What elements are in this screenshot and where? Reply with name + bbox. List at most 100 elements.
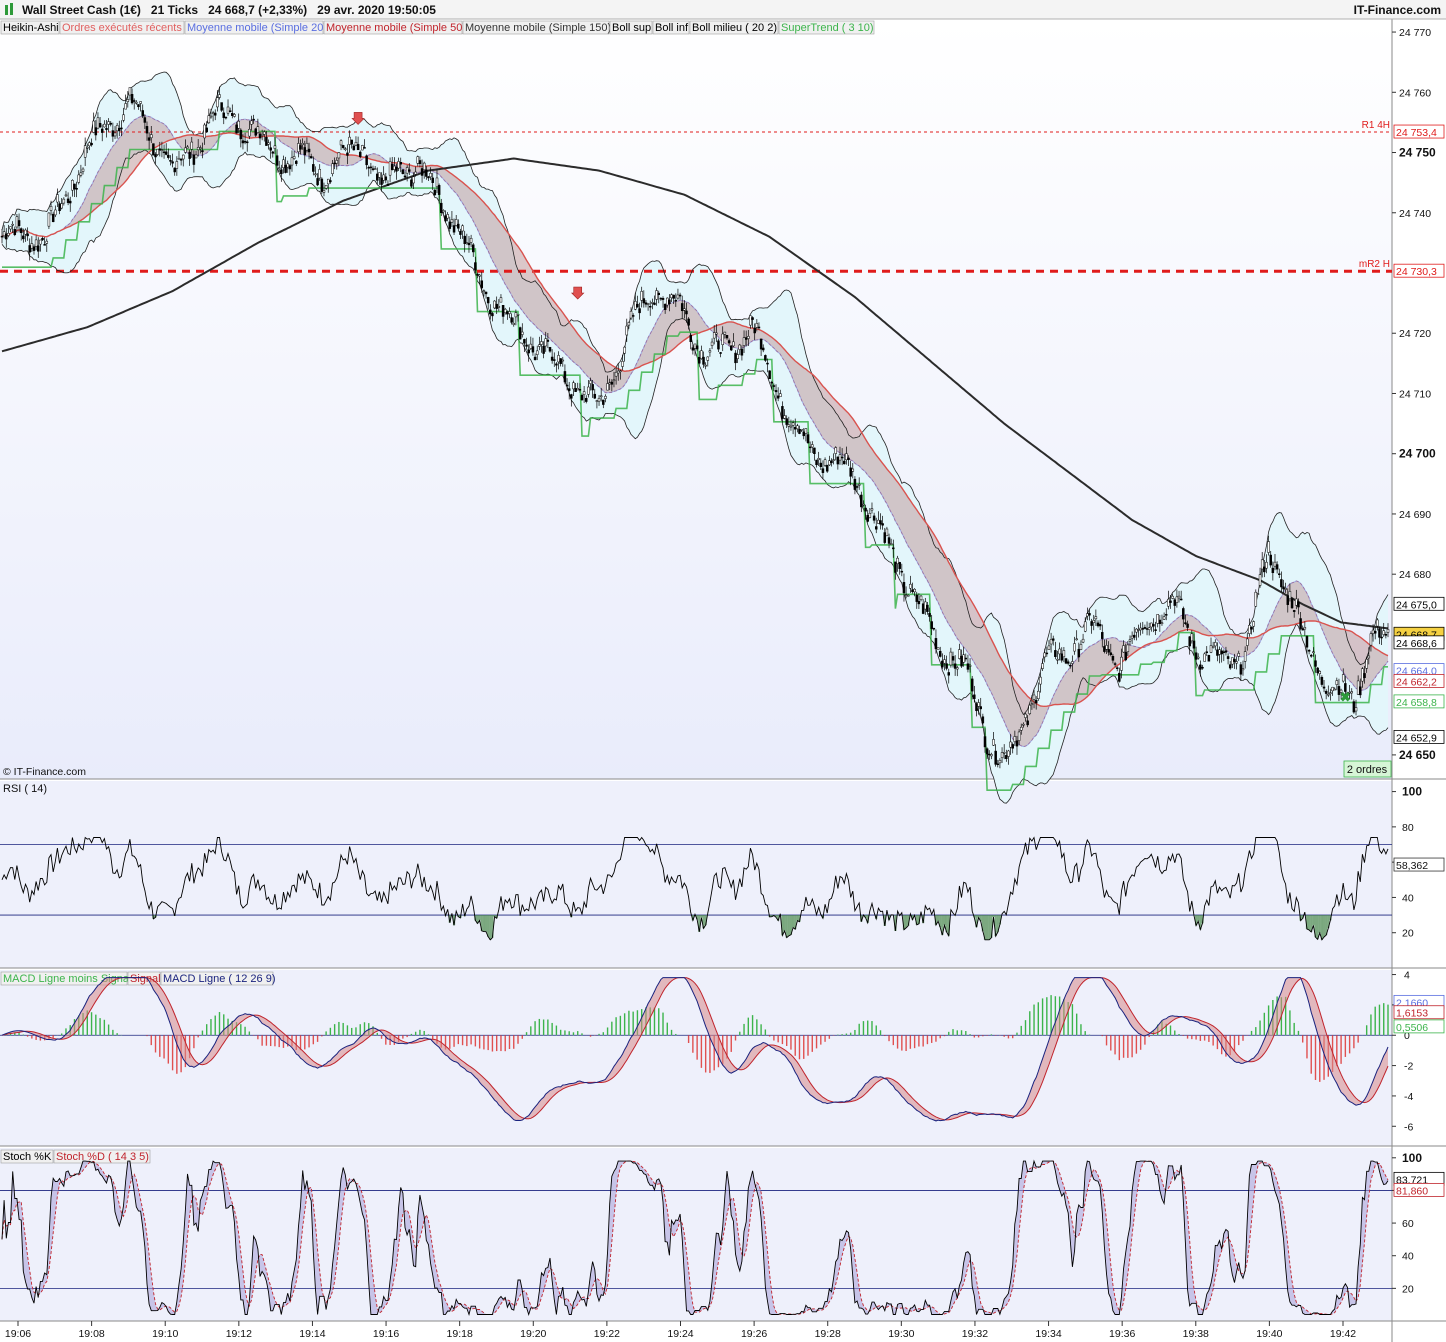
candle-body — [1192, 640, 1196, 649]
legend-item[interactable]: Moyenne mobile (Simple 20) — [184, 20, 327, 35]
rsi-tick-label: 40 — [1402, 892, 1414, 904]
candle-body — [921, 603, 925, 614]
candle-body — [721, 333, 724, 345]
candle-body — [514, 312, 518, 318]
candle-body — [582, 391, 586, 395]
candle-body — [209, 115, 213, 118]
candle-body — [772, 385, 776, 387]
orders-badge[interactable]: 2 ordres — [1343, 760, 1392, 778]
candle-body — [1096, 622, 1100, 627]
candle-body — [823, 459, 827, 466]
candle-body — [333, 162, 336, 165]
candle-body — [542, 345, 545, 354]
candle-body — [329, 180, 332, 183]
candle-body — [634, 301, 637, 310]
candle-body — [361, 145, 364, 151]
candle-body — [567, 388, 571, 391]
candle-body — [1045, 652, 1049, 655]
candle-body — [1135, 628, 1138, 633]
candle-body — [354, 142, 358, 146]
candle-body — [1267, 541, 1270, 553]
candle-body — [318, 169, 321, 179]
candle-body — [996, 763, 1000, 765]
stoch-legend-label: Stoch %K — [3, 1151, 52, 1163]
candle-body — [273, 145, 277, 149]
candle-body — [979, 706, 982, 710]
candle-body — [147, 137, 151, 141]
candle-body — [1333, 688, 1336, 691]
legend-item[interactable]: Moyenne mobile (Simple 150) — [462, 20, 611, 35]
candle-body — [414, 171, 417, 175]
candle-body — [1026, 720, 1029, 726]
timestamp: 29 avr. 2020 19:50:05 — [317, 3, 436, 17]
candle-body — [235, 124, 238, 134]
legend-item[interactable]: Moyenne mobile (Simple 50) — [323, 20, 466, 35]
candle-body — [1007, 750, 1010, 757]
candle-body — [723, 331, 727, 335]
candle-body — [742, 337, 746, 346]
candle-body — [167, 154, 170, 158]
candle-body — [977, 702, 980, 707]
candle-body — [105, 128, 108, 130]
candle-body — [1120, 656, 1123, 671]
candle-body — [220, 102, 223, 111]
time-tick-label: 19:20 — [520, 1328, 546, 1340]
legend-item[interactable]: SuperTrend ( 3 10) — [778, 20, 875, 35]
candle-body — [998, 759, 1002, 764]
candle-body — [1260, 559, 1264, 570]
candle-body — [75, 188, 78, 190]
candle-body — [301, 143, 304, 145]
candle-body — [66, 198, 70, 203]
rsi-tick-label: 20 — [1402, 928, 1414, 940]
candle-body — [896, 557, 899, 564]
candle-body — [0, 235, 4, 238]
candle-body — [175, 161, 179, 169]
candle-body — [548, 346, 552, 352]
candle-body — [194, 154, 198, 159]
candle-body — [1066, 661, 1070, 664]
watermark: © IT-Finance.com — [3, 766, 86, 778]
candle-body — [1382, 630, 1385, 635]
legend-item[interactable]: Boll sup — [609, 20, 653, 35]
candle-body — [655, 290, 658, 300]
candle-body — [847, 457, 850, 460]
candle-body — [320, 178, 324, 192]
candle-body — [992, 739, 995, 746]
legend-item[interactable]: Boll inf — [652, 20, 690, 35]
candle-body — [452, 225, 456, 233]
candle-body — [941, 660, 944, 668]
candle-body — [964, 657, 968, 660]
legend-label: Moyenne mobile (Simple 50) — [326, 22, 466, 34]
candle-body — [243, 141, 247, 143]
candle-body — [1086, 613, 1089, 617]
candle-body — [1352, 701, 1356, 713]
candle-body — [1335, 680, 1339, 685]
candle-body — [729, 345, 733, 351]
candle-body — [574, 388, 577, 392]
candle-body — [687, 318, 690, 326]
candle-body — [988, 753, 991, 756]
price-tick-label: 24 750 — [1399, 146, 1436, 160]
candle-body — [862, 503, 865, 506]
candle-body — [98, 123, 102, 128]
legend-item[interactable]: Heikin-Ashi — [0, 20, 60, 35]
legend-item[interactable]: Boll milieu ( 20 2) — [689, 20, 779, 35]
candle-body — [636, 303, 639, 308]
candle-body — [668, 299, 671, 305]
legend-item[interactable]: Ordres exécutés récents — [59, 20, 185, 35]
candle-body — [708, 350, 712, 353]
candle-body — [698, 356, 701, 364]
chart-canvas[interactable]: Wall Street Cash (1€) 21 Ticks 24 668,7 (+… — [0, 0, 1446, 1342]
candle-body — [738, 344, 742, 350]
candle-body — [1011, 744, 1014, 749]
candle-body — [54, 209, 57, 216]
candle-body — [631, 315, 635, 317]
candle-body — [1248, 624, 1251, 634]
candle-body — [981, 716, 985, 724]
candle-body — [1205, 651, 1209, 653]
candle-body — [96, 117, 100, 129]
candle-body — [734, 352, 737, 364]
candle-body — [1088, 613, 1091, 616]
candle-body — [580, 395, 584, 401]
candle-body — [1299, 618, 1302, 629]
